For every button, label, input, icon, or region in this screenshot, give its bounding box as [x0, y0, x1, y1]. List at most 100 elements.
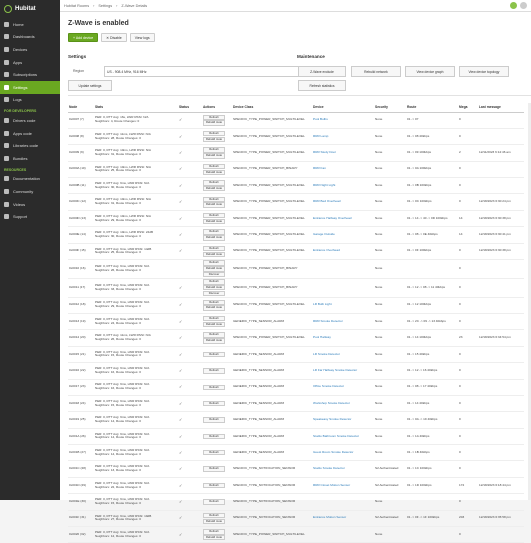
device-link[interactable]: RRR Bed Overhead	[312, 194, 374, 210]
col-device-class[interactable]: Device Class	[232, 103, 312, 113]
sidebar-item-settings[interactable]: Settings	[0, 80, 60, 94]
refresh-node-button[interactable]: Refresh	[203, 245, 225, 252]
rebuild-node-button[interactable]: Rebuild route	[203, 305, 225, 311]
sidebar-item-subscriptions[interactable]: Subscriptions	[0, 68, 60, 81]
rebuild-network-button[interactable]: Rebuild network	[351, 66, 401, 77]
zwave-exclude-button[interactable]: Z-Wave exclude	[298, 66, 346, 77]
sidebar-item-devices[interactable]: Devices	[0, 43, 60, 56]
col-security[interactable]: Security	[374, 103, 406, 113]
device-link[interactable]: Speakeasy Smoke Detector	[312, 412, 374, 428]
device-link[interactable]: LR Far Hallway Smoke Detector	[312, 363, 374, 379]
refresh-node-button[interactable]: Refresh	[203, 163, 225, 170]
refresh-node-button[interactable]: Refresh	[203, 147, 225, 153]
rebuild-node-button[interactable]: Rebuild route	[203, 185, 225, 192]
rebuild-node-button[interactable]: Rebuild route	[203, 153, 225, 159]
breadcrumb-settings[interactable]: Settings	[98, 4, 112, 8]
rebuild-node-button[interactable]: Rebuild route	[203, 251, 225, 257]
device-link[interactable]	[312, 278, 374, 297]
refresh-node-button[interactable]: Refresh	[203, 400, 225, 407]
rebuild-node-button[interactable]: Rebuild route	[203, 338, 225, 344]
rebuild-node-button[interactable]: Rebuild route	[203, 136, 225, 143]
refresh-node-button[interactable]: Refresh	[203, 316, 225, 322]
discover-node-button[interactable]: Discover	[203, 290, 225, 297]
rebuild-node-button[interactable]: Rebuild route	[203, 321, 225, 328]
refresh-node-button[interactable]: Refresh	[203, 466, 225, 472]
refresh-node-button[interactable]: Refresh	[203, 512, 225, 519]
refresh-node-button[interactable]: Refresh	[203, 114, 225, 120]
device-link[interactable]	[312, 527, 374, 543]
col-mega[interactable]: Mega	[458, 103, 478, 113]
rebuild-node-button[interactable]: Rebuild route	[203, 534, 225, 541]
device-link[interactable]: LR Smoke Detector	[312, 346, 374, 362]
update-settings-button[interactable]: Update settings	[68, 80, 112, 91]
device-link[interactable]	[312, 260, 374, 279]
rebuild-node-button[interactable]: Rebuild route	[203, 202, 225, 208]
device-link[interactable]: RRR Lamp	[312, 128, 374, 144]
hub-status-icon[interactable]	[510, 2, 517, 9]
rebuild-node-button[interactable]: Rebuild route	[203, 518, 225, 524]
view-device-graph-button[interactable]: View device graph	[405, 66, 455, 77]
refresh-node-button[interactable]: Refresh	[203, 529, 225, 535]
device-link[interactable]: RRR Night Light	[312, 178, 374, 194]
view-logs-button[interactable]: View logs	[129, 33, 155, 42]
refresh-node-button[interactable]: Refresh	[203, 417, 225, 423]
sidebar-item-drivers-code[interactable]: Drivers code	[0, 114, 60, 127]
view-device-topology-button[interactable]: View device topology	[459, 66, 509, 77]
device-link[interactable]: RRR Study Door	[312, 145, 374, 161]
refresh-node-button[interactable]: Refresh	[203, 196, 225, 202]
refresh-node-button[interactable]: Refresh	[203, 368, 225, 374]
device-link[interactable]: Entrance Motion Sensor	[312, 510, 374, 526]
refresh-node-button[interactable]: Refresh	[203, 279, 225, 285]
device-link[interactable]: Garage Outside	[312, 227, 374, 243]
device-link[interactable]: Pool Bulbs	[312, 112, 374, 128]
app-logo[interactable]: Hubitat	[0, 0, 60, 18]
refresh-statistics-button[interactable]: Refresh statistics	[298, 80, 346, 91]
refresh-node-button[interactable]: Refresh	[203, 433, 225, 440]
rebuild-node-button[interactable]: Rebuild route	[203, 169, 225, 175]
sidebar-item-logs[interactable]: Logs	[0, 94, 60, 107]
user-avatar[interactable]	[520, 2, 527, 9]
refresh-node-button[interactable]: Refresh	[203, 260, 225, 266]
col-node[interactable]: Node	[68, 103, 94, 113]
col-device[interactable]: Device	[312, 103, 374, 113]
device-link[interactable]: RRR Fan	[312, 161, 374, 177]
device-link[interactable]	[312, 494, 374, 510]
device-link[interactable]: Studio Bathroom Smoke Detector	[312, 428, 374, 444]
device-link[interactable]: Pool Hallway	[312, 330, 374, 346]
refresh-node-button[interactable]: Refresh	[203, 212, 225, 219]
device-link[interactable]: Workshop Smoke Detector	[312, 395, 374, 411]
sidebar-item-community[interactable]: Community	[0, 185, 60, 198]
rebuild-node-button[interactable]: Rebuild route	[203, 284, 225, 291]
sidebar-item-apps[interactable]: Apps	[0, 56, 60, 69]
device-link[interactable]: Office Smoke Detector	[312, 379, 374, 395]
refresh-node-button[interactable]: Refresh	[203, 482, 225, 489]
refresh-node-button[interactable]: Refresh	[203, 180, 225, 186]
col-last-message[interactable]: Last message	[478, 103, 524, 113]
refresh-node-button[interactable]: Refresh	[203, 499, 225, 505]
rebuild-node-button[interactable]: Rebuild route	[203, 235, 225, 241]
sidebar-item-home[interactable]: Home	[0, 18, 60, 31]
breadcrumb-home[interactable]: Hubitat Rooms	[64, 4, 89, 8]
refresh-node-button[interactable]: Refresh	[203, 299, 225, 306]
device-link[interactable]: RRR Smoke Detector	[312, 313, 374, 329]
device-link[interactable]: LR Bulb Light	[312, 297, 374, 313]
device-link[interactable]: Entrance Hallway Overhead	[312, 210, 374, 226]
refresh-node-button[interactable]: Refresh	[203, 332, 225, 338]
refresh-node-button[interactable]: Refresh	[203, 229, 225, 235]
col-status[interactable]: Status	[178, 103, 202, 113]
discover-node-button[interactable]: Discover	[203, 272, 225, 278]
sidebar-item-dashboards[interactable]: Dashboards	[0, 31, 60, 44]
rebuild-node-button[interactable]: Rebuild route	[203, 266, 225, 272]
sidebar-item-videos[interactable]: Videos	[0, 198, 60, 211]
refresh-node-button[interactable]: Refresh	[203, 351, 225, 358]
device-link[interactable]: RRR Closet Motion Sensor	[312, 477, 374, 493]
sidebar-item-bundles[interactable]: Bundles	[0, 152, 60, 165]
col-route[interactable]: Route	[406, 103, 458, 113]
refresh-node-button[interactable]: Refresh	[203, 384, 225, 390]
refresh-node-button[interactable]: Refresh	[203, 130, 225, 137]
sidebar-item-libraries-code[interactable]: Libraries code	[0, 139, 60, 152]
sidebar-item-apps-code[interactable]: Apps code	[0, 127, 60, 140]
device-link[interactable]: Studio Smoke Detector	[312, 461, 374, 477]
device-link[interactable]: Guest Room Smoke Detector	[312, 445, 374, 461]
add-device-button[interactable]: + Add device	[68, 33, 99, 42]
